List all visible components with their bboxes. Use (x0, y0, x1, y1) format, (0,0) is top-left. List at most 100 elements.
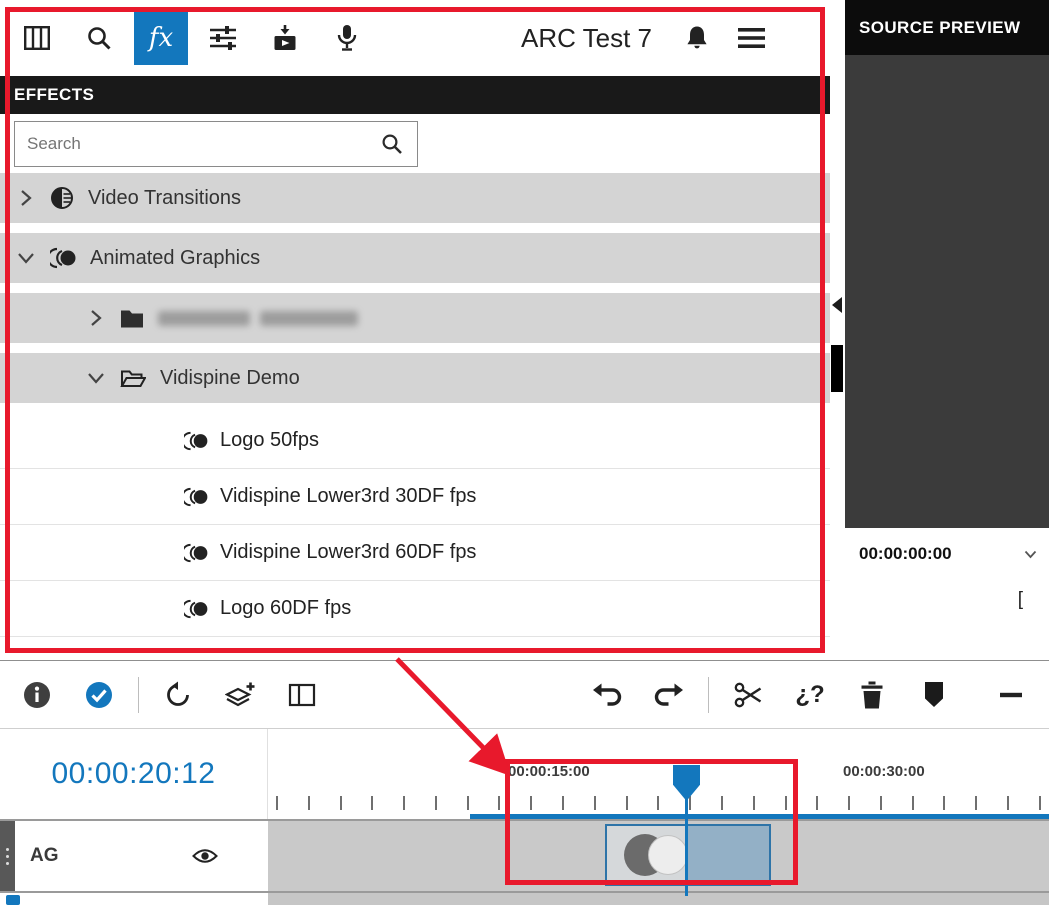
info-icon (22, 680, 52, 710)
animated-graphics-icon (184, 599, 208, 619)
tree-label: Vidispine Demo (160, 367, 300, 390)
redo-button[interactable] (642, 671, 696, 719)
top-area: fx ARC Test 7 (0, 0, 1049, 660)
history-icon (164, 681, 192, 709)
effects-tree: Video Transitions Animated Graphics (0, 173, 830, 637)
undo-icon (592, 682, 622, 707)
current-timecode[interactable]: 00:00:20:12 (0, 729, 268, 819)
search-icon (381, 133, 403, 155)
check-circle-icon (84, 680, 114, 710)
folder-closed-icon (120, 308, 144, 328)
source-preview-video[interactable] (845, 55, 1049, 528)
delete-button[interactable] (845, 671, 899, 719)
undo-button[interactable] (580, 671, 634, 719)
timeline-ruler[interactable]: 00:00:15:00 00:00:30:00 (268, 729, 1049, 819)
toolbar-divider (138, 677, 139, 713)
animated-graphics-icon (184, 431, 208, 451)
eye-icon (192, 847, 218, 865)
insert-button[interactable] (275, 671, 329, 719)
tree-folder-vidispine-demo[interactable]: Vidispine Demo (0, 353, 830, 403)
track-drag-handle[interactable] (6, 895, 20, 905)
marker-button[interactable] (907, 671, 961, 719)
animated-graphics-clip[interactable] (605, 824, 771, 886)
sequence-duration-bar (470, 814, 1049, 819)
splitter-grip[interactable] (831, 345, 843, 392)
animated-graphics-icon (184, 543, 208, 563)
chevron-down-icon[interactable] (16, 251, 36, 265)
info-button[interactable] (10, 671, 64, 719)
tree-label: Vidispine Lower3rd 30DF fps (220, 485, 476, 508)
tree-group-animated-graphics[interactable]: Animated Graphics (0, 233, 830, 283)
chevron-down-icon[interactable] (86, 371, 106, 385)
toolbar-divider (708, 677, 709, 713)
app-window: fx ARC Test 7 (0, 0, 1049, 906)
search-icon (86, 25, 112, 51)
timecode-dropdown-button[interactable] (1024, 550, 1037, 559)
effects-panel-header: EFFECTS (0, 76, 830, 114)
tree-label: Vidispine Lower3rd 60DF fps (220, 541, 476, 564)
playhead-line (685, 799, 688, 896)
partial-track-lane[interactable] (268, 893, 1049, 905)
layers-add-icon (225, 681, 255, 709)
settings-button[interactable] (196, 11, 250, 65)
tree-group-video-transitions[interactable]: Video Transitions (0, 173, 830, 223)
chevron-right-icon[interactable] (16, 188, 36, 208)
ruler-ticks (276, 796, 1041, 810)
timeline-panel: ¿? 00:00:20:12 00:00:15:00 (0, 660, 1049, 906)
export-button[interactable] (258, 11, 312, 65)
track-header: AG (0, 821, 268, 891)
effects-search-area (0, 114, 830, 167)
partial-track-header (0, 893, 268, 905)
main-menu-button[interactable] (728, 11, 774, 65)
menu-icon (738, 28, 765, 48)
effects-search-input[interactable] (15, 134, 381, 154)
clip-thumb-circle-light (648, 835, 688, 875)
track-visibility-button[interactable] (192, 847, 218, 865)
source-preview-timecode-row: 00:00:00:00 (845, 528, 1049, 580)
help-icon: ¿? (795, 681, 824, 709)
columns-icon (24, 26, 50, 50)
fx-icon: fx (149, 23, 173, 53)
export-icon (272, 25, 298, 52)
chevron-right-icon[interactable] (86, 308, 106, 328)
toolbar-right-group (674, 11, 782, 65)
track-name: AG (30, 845, 59, 867)
tree-label: Logo 60DF fps (220, 597, 351, 620)
tree-item-logo-60df[interactable]: Logo 60DF fps (0, 581, 830, 637)
approve-button[interactable] (72, 671, 126, 719)
tree-label: Video Transitions (88, 187, 241, 210)
history-button[interactable] (151, 671, 205, 719)
timeline-track-ag: AG (0, 821, 1049, 893)
app-toolbar: fx ARC Test 7 (0, 0, 830, 76)
tree-item-lower3rd-30df[interactable]: Vidispine Lower3rd 30DF fps (0, 469, 830, 525)
sliders-icon (209, 25, 237, 51)
scissors-icon (734, 682, 762, 708)
effects-tool-button[interactable]: fx (134, 11, 188, 65)
source-preview-panel: SOURCE PREVIEW 00:00:00:00 [ (845, 0, 1049, 660)
collapse-left-icon[interactable] (832, 297, 842, 313)
source-preview-timecode: 00:00:00:00 (859, 544, 952, 564)
project-title: ARC Test 7 (521, 23, 652, 54)
redo-icon (654, 682, 684, 707)
zoom-out-icon (1000, 692, 1022, 698)
mark-in-bracket[interactable]: [ (1018, 589, 1023, 611)
zoom-out-button[interactable] (991, 671, 1031, 719)
panel-layout-button[interactable] (10, 11, 64, 65)
tree-folder-redacted[interactable] (0, 293, 830, 343)
track-lane[interactable] (268, 821, 1049, 891)
ruler-label: 00:00:15:00 (508, 763, 590, 780)
add-layer-button[interactable] (213, 671, 267, 719)
trash-icon (860, 681, 884, 709)
effects-search-box (14, 121, 418, 167)
animated-graphics-icon (184, 487, 208, 507)
track-drag-handle[interactable] (0, 821, 15, 891)
voiceover-button[interactable] (320, 11, 374, 65)
panel-splitter[interactable] (830, 0, 845, 660)
search-button[interactable] (72, 11, 126, 65)
help-button[interactable]: ¿? (783, 671, 837, 719)
tree-label: Logo 50fps (220, 429, 319, 452)
tree-item-logo-50fps[interactable]: Logo 50fps (0, 413, 830, 469)
cut-button[interactable] (721, 671, 775, 719)
notifications-button[interactable] (674, 11, 720, 65)
tree-item-lower3rd-60df[interactable]: Vidispine Lower3rd 60DF fps (0, 525, 830, 581)
